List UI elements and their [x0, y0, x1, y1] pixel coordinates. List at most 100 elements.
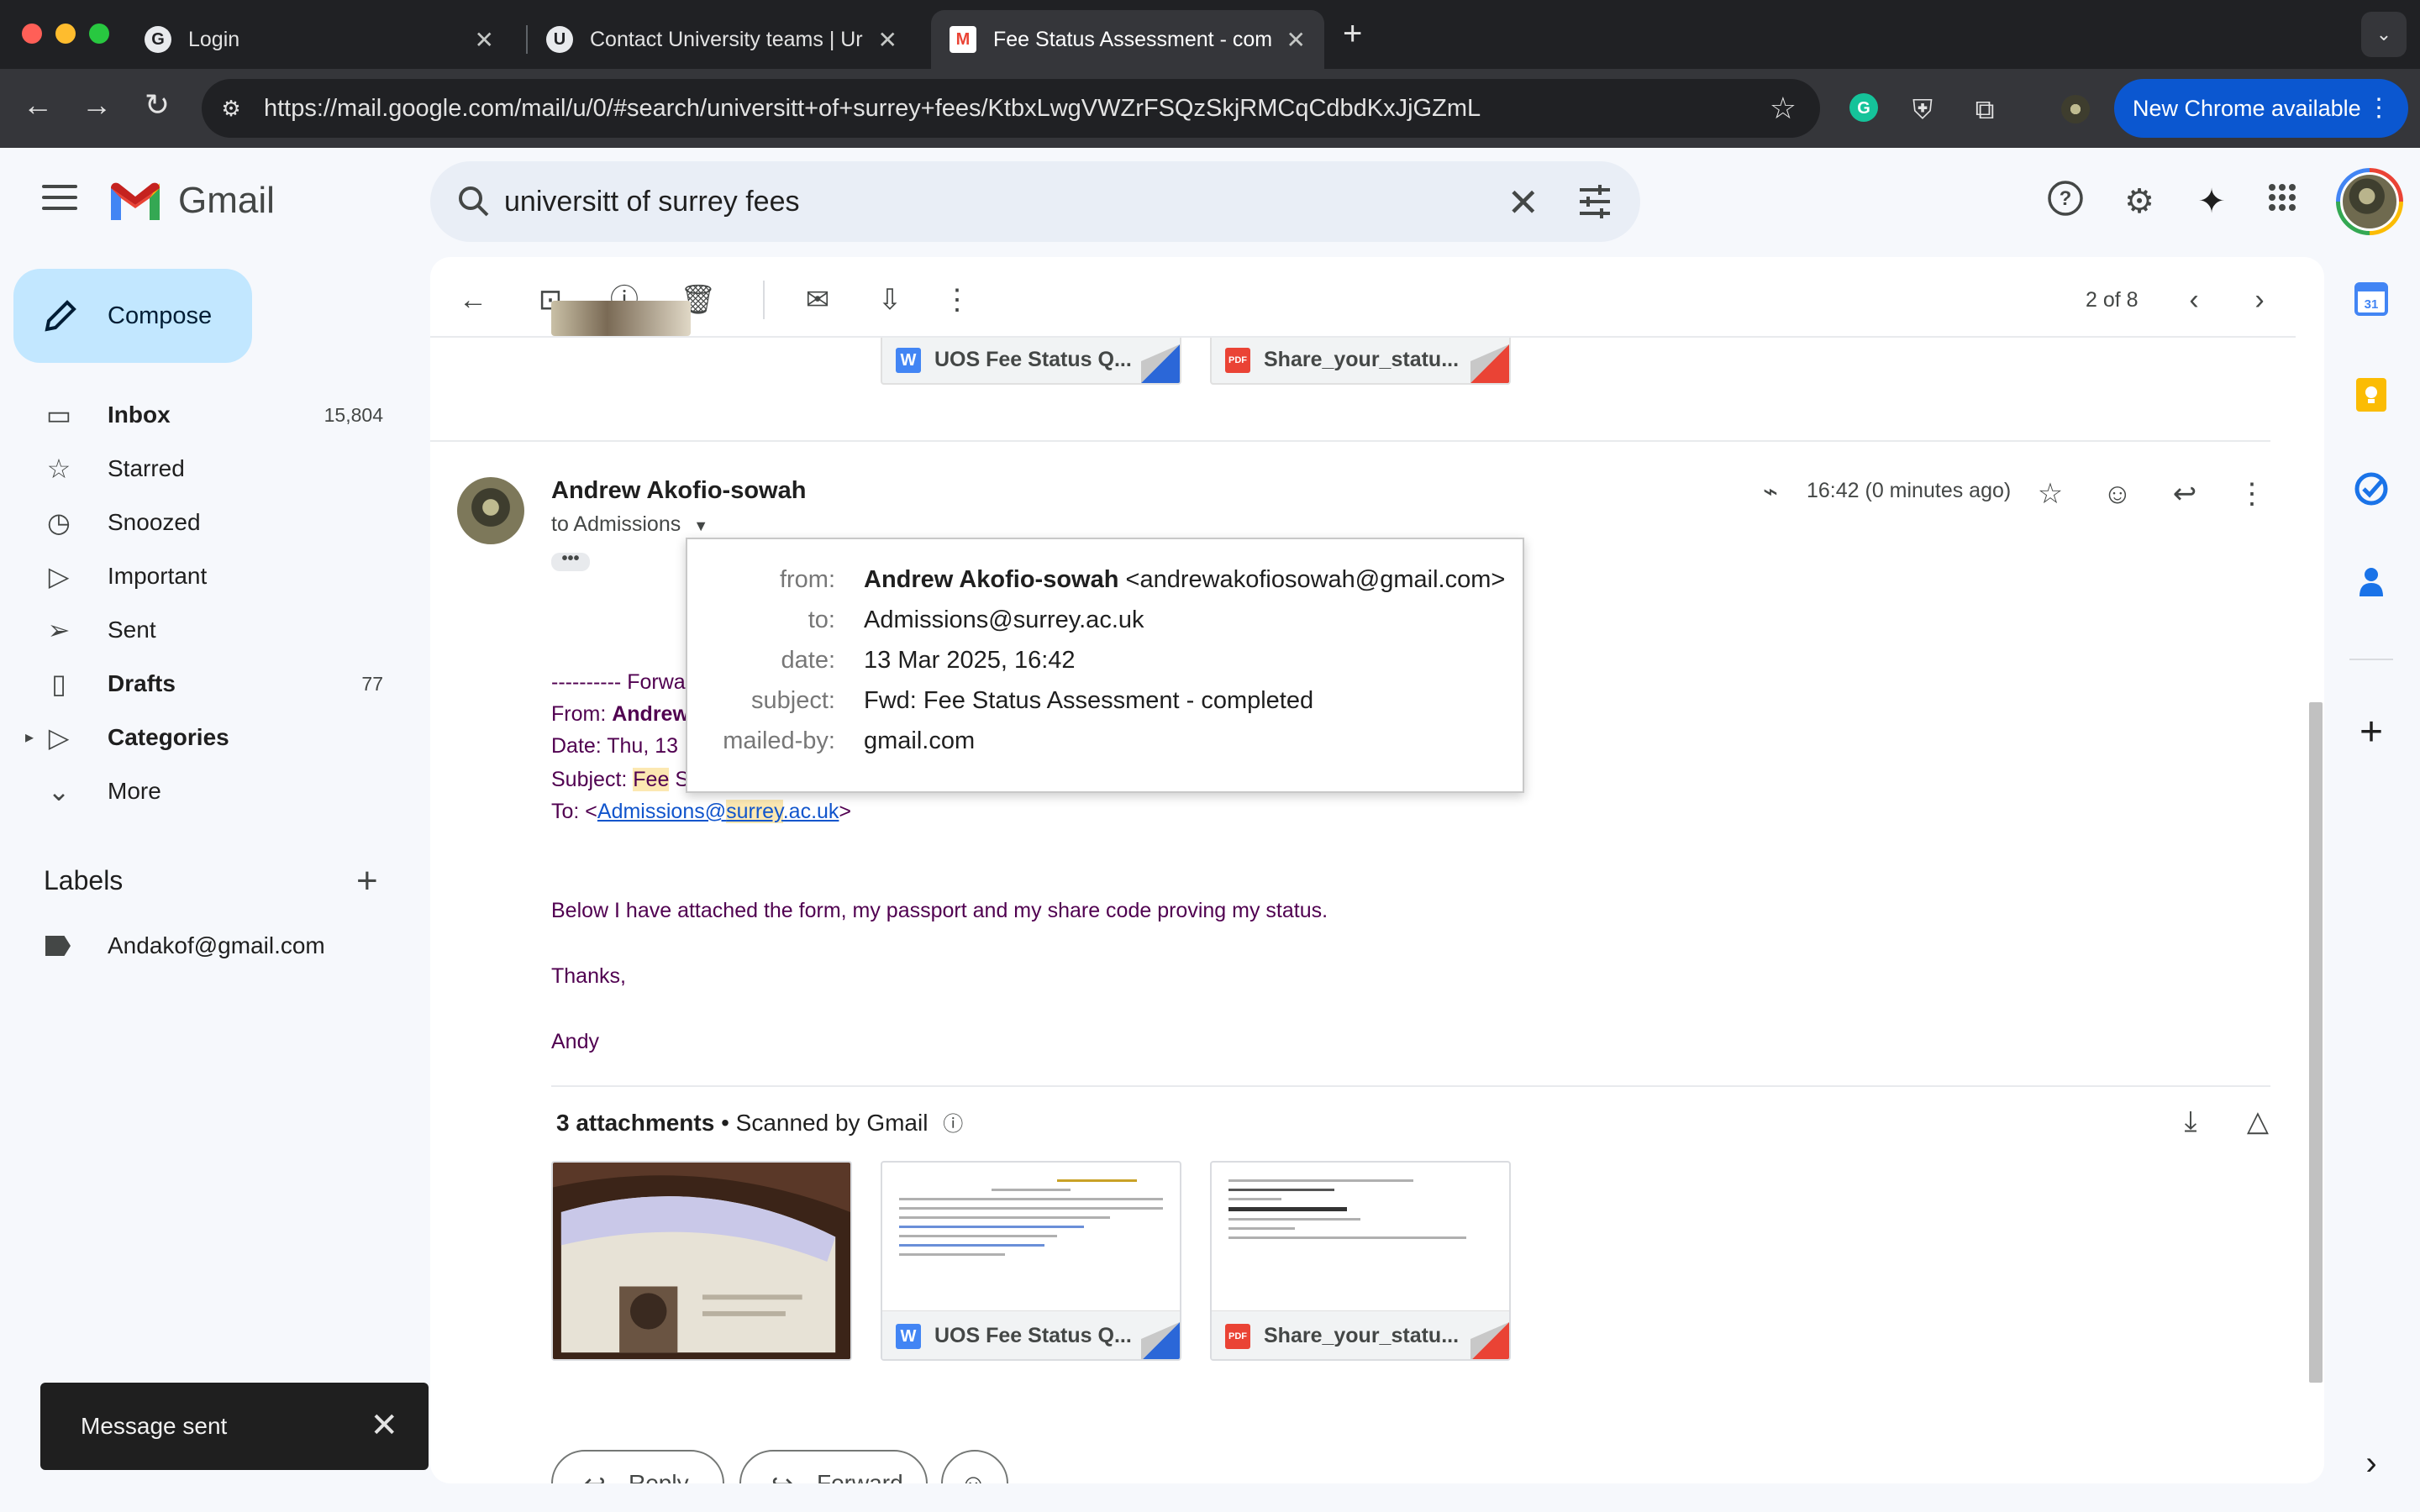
- tab-search-icon[interactable]: ⌄: [2361, 12, 2407, 57]
- add-reaction-icon[interactable]: ☺: [2099, 475, 2136, 512]
- google-keep-icon[interactable]: [2353, 378, 2390, 415]
- fold-corner: [1470, 1322, 1509, 1359]
- url-text[interactable]: https://mail.google.com/mail/u/0/#search…: [264, 79, 1481, 138]
- sender-avatar[interactable]: [457, 477, 524, 544]
- move-to-icon[interactable]: ⇩: [869, 279, 911, 321]
- sidebar-item-label: Drafts: [108, 670, 176, 696]
- sidebar-item-sent[interactable]: ➢ Sent: [0, 603, 412, 657]
- forward-date-line: Date: Thu, 13: [551, 734, 679, 758]
- google-contacts-icon[interactable]: [2353, 564, 2390, 601]
- attachment-label: PDF Share_your_statu...: [1212, 1314, 1509, 1359]
- close-icon[interactable]: ✕: [370, 1406, 398, 1445]
- get-addons-plus-icon[interactable]: +: [2353, 712, 2390, 753]
- reply-icon[interactable]: ↩: [2166, 475, 2203, 512]
- sidebar-item-more[interactable]: ⌄ More: [0, 764, 412, 818]
- emoji-icon: ☺: [960, 1468, 987, 1483]
- maximize-window-button[interactable]: [89, 24, 109, 44]
- settings-gear-icon[interactable]: ⚙: [2118, 180, 2161, 223]
- reload-icon[interactable]: ↻: [136, 87, 178, 123]
- browser-tab-active[interactable]: M Fee Status Assessment - com ✕: [931, 10, 1324, 69]
- gmail-favicon-icon: M: [950, 26, 976, 53]
- show-details-caret-icon[interactable]: ▼: [693, 517, 708, 534]
- gemini-sparkle-icon[interactable]: ✦: [2190, 180, 2233, 223]
- compose-button[interactable]: Compose: [13, 269, 252, 363]
- from-email: <andrewakofiosowah@gmail.com>: [1118, 566, 1506, 593]
- sidebar-item-starred[interactable]: ☆ Starred: [0, 442, 412, 496]
- recipient-email-link[interactable]: Admissions@surrey.ac.uk: [597, 800, 839, 823]
- new-chrome-available-button[interactable]: New Chrome available ⋮: [2114, 79, 2408, 138]
- sidebar-item-drafts[interactable]: ▯ Drafts 77: [0, 657, 412, 711]
- chrome-menu-icon[interactable]: ⋮: [2366, 79, 2391, 138]
- help-icon[interactable]: ?: [2044, 180, 2087, 223]
- message-more-icon[interactable]: ⋮: [2233, 475, 2270, 512]
- expand-side-panel-icon[interactable]: ›: [2353, 1445, 2390, 1482]
- star-message-icon[interactable]: ☆: [2032, 475, 2069, 512]
- prev-attachment-docx[interactable]: W UOS Fee Status Q...: [881, 338, 1181, 385]
- reply-label: Reply: [629, 1470, 689, 1483]
- browser-tab[interactable]: G Login ✕: [126, 10, 513, 69]
- browser-toolbar: ← → ↻ ⚙ https://mail.google.com/mail/u/0…: [0, 69, 2420, 148]
- main-menu-icon[interactable]: [42, 185, 77, 218]
- older-chevron-right-icon[interactable]: ›: [2238, 279, 2281, 321]
- minimize-window-button[interactable]: [55, 24, 76, 44]
- back-to-search-icon[interactable]: ←: [452, 279, 494, 321]
- sender-name[interactable]: Andrew Akofio-sowah: [551, 477, 806, 505]
- attachment-docx[interactable]: W UOS Fee Status Q...: [881, 1161, 1181, 1361]
- mark-unread-icon[interactable]: ✉: [797, 279, 839, 321]
- browser-tab[interactable]: U Contact University teams | Ur ✕: [528, 10, 916, 69]
- show-trimmed-content-button[interactable]: •••: [551, 550, 590, 571]
- google-calendar-icon[interactable]: 31: [2353, 282, 2390, 319]
- bookmark-star-icon[interactable]: ☆: [1770, 91, 1797, 126]
- sidebar-item-important[interactable]: ▷ Important: [0, 549, 412, 603]
- address-bar[interactable]: ⚙ https://mail.google.com/mail/u/0/#sear…: [202, 79, 1820, 138]
- sidebar-item-categories[interactable]: ▸ ▷ Categories: [0, 711, 412, 764]
- grammarly-icon[interactable]: G: [1847, 92, 1881, 126]
- profile-avatar-icon[interactable]: [2059, 92, 2092, 126]
- attachment-filename: UOS Fee Status Q...: [934, 1324, 1132, 1347]
- search-icon[interactable]: [454, 181, 494, 222]
- newer-chevron-left-icon[interactable]: ‹: [2173, 279, 2215, 321]
- passport-photo-preview: [553, 1163, 850, 1359]
- recipient-line[interactable]: to Admissions ▼: [551, 512, 708, 537]
- clear-search-icon[interactable]: ✕: [1507, 180, 1539, 225]
- forward-button[interactable]: ↪ Forward: [739, 1450, 928, 1483]
- forward-icon[interactable]: →: [76, 87, 118, 123]
- attachment-pdf[interactable]: PDF Share_your_statu...: [1210, 1161, 1511, 1361]
- site-info-icon[interactable]: ⚙: [215, 92, 247, 124]
- account-avatar[interactable]: [2336, 168, 2403, 235]
- reply-button[interactable]: ↩ Reply: [551, 1450, 724, 1483]
- search-highlight: Fee: [633, 768, 670, 791]
- close-tab-icon[interactable]: ✕: [475, 26, 494, 54]
- info-icon[interactable]: ⓘ: [943, 1113, 963, 1136]
- attachment-passport-image[interactable]: [551, 1161, 852, 1361]
- prev-attachment-pdf[interactable]: PDF Share_your_statu...: [1210, 338, 1511, 385]
- reply-arrow-icon: ↩: [583, 1468, 606, 1483]
- sidebar-item-inbox[interactable]: ▭ Inbox 15,804: [0, 388, 412, 442]
- close-tab-icon[interactable]: ✕: [1286, 26, 1306, 54]
- word-file-icon: W: [896, 1324, 921, 1349]
- details-value: 13 Mar 2025, 16:42: [864, 647, 1076, 674]
- apps-grid-icon[interactable]: [2260, 180, 2304, 223]
- reaction-button[interactable]: ☺: [941, 1450, 1008, 1483]
- new-tab-icon[interactable]: +: [1343, 15, 1362, 53]
- search-input[interactable]: universitt of surrey fees: [504, 161, 799, 242]
- download-all-icon[interactable]: ⤓: [2171, 1102, 2210, 1141]
- scrollbar-thumb[interactable]: [2309, 702, 2323, 1383]
- sidebar-item-snoozed[interactable]: ◷ Snoozed: [0, 496, 412, 549]
- close-window-button[interactable]: [22, 24, 42, 44]
- add-to-drive-icon[interactable]: △: [2238, 1102, 2277, 1141]
- tab-title: Login: [188, 27, 240, 51]
- add-label-icon[interactable]: +: [356, 860, 378, 902]
- more-options-icon[interactable]: ⋮: [936, 279, 978, 321]
- sidebar-item-count: 15,804: [324, 404, 383, 426]
- search-options-icon[interactable]: [1576, 183, 1613, 220]
- extensions-puzzle-icon[interactable]: ⧉: [1968, 92, 2002, 126]
- shield-extension-icon[interactable]: ⛨: [1906, 92, 1939, 126]
- close-tab-icon[interactable]: ✕: [878, 26, 897, 54]
- chevron-down-icon: ⌄: [47, 776, 71, 806]
- back-icon[interactable]: ←: [17, 87, 59, 123]
- search-bar[interactable]: universitt of surrey fees ✕: [430, 161, 1640, 242]
- expand-arrow-icon[interactable]: ▸: [25, 711, 34, 764]
- prev-attachment-passport[interactable]: [551, 301, 691, 336]
- google-tasks-icon[interactable]: [2353, 472, 2390, 509]
